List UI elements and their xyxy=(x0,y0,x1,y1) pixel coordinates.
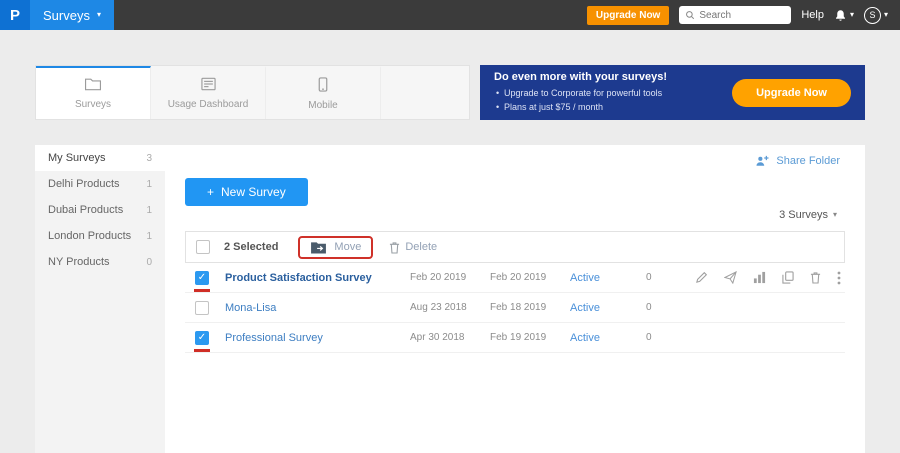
share-people-icon xyxy=(755,155,770,167)
modified-date: Feb 19 2019 xyxy=(490,332,570,343)
survey-row: Product Satisfaction Survey Feb 20 2019 … xyxy=(185,263,845,293)
responses-count: 0 xyxy=(646,302,692,313)
modified-date: Feb 18 2019 xyxy=(490,302,570,313)
created-date: Aug 23 2018 xyxy=(410,302,490,313)
folder-label: My Surveys xyxy=(48,152,105,164)
help-link[interactable]: Help xyxy=(801,9,824,21)
tab-mobile[interactable]: Mobile xyxy=(266,66,381,119)
folder-count: 1 xyxy=(146,179,152,190)
status-label: Active xyxy=(570,302,646,314)
trash-icon xyxy=(389,241,400,254)
surveys-content: Share Folder + New Survey 3 Surveys ▾ 2 … xyxy=(165,145,865,453)
chevron-down-icon: ▾ xyxy=(97,11,101,19)
folder-count: 1 xyxy=(146,205,152,216)
notifications-button[interactable]: ▾ xyxy=(834,9,854,22)
new-survey-label: New Survey xyxy=(221,185,286,199)
status-label: Active xyxy=(570,272,646,284)
tab-label: Mobile xyxy=(308,100,337,111)
share-folder-label: Share Folder xyxy=(776,155,840,167)
sidebar-item-my-surveys[interactable]: My Surveys 3 xyxy=(35,145,165,171)
survey-list: Product Satisfaction Survey Feb 20 2019 … xyxy=(185,263,845,353)
topbar-right: Upgrade Now Help ▾ S ▾ xyxy=(587,6,900,25)
stats-chart-icon[interactable] xyxy=(753,271,766,284)
survey-count-label: 3 Surveys xyxy=(779,209,828,221)
promo-text: Do even more with your surveys! Upgrade … xyxy=(494,71,667,114)
folder-label: Dubai Products xyxy=(48,204,123,216)
tab-surveys[interactable]: Surveys xyxy=(36,66,151,119)
responses-count: 0 xyxy=(646,272,692,283)
app-logo[interactable]: P xyxy=(0,0,30,30)
copy-icon[interactable] xyxy=(782,271,794,284)
select-all-checkbox[interactable] xyxy=(196,240,210,254)
account-menu[interactable]: S ▾ xyxy=(864,7,888,24)
chevron-down-icon: ▾ xyxy=(833,211,837,219)
sidebar-item-london-products[interactable]: London Products 1 xyxy=(35,223,165,249)
main-panel: My Surveys 3 Delhi Products 1 Dubai Prod… xyxy=(35,145,865,453)
tab-usage-dashboard[interactable]: Usage Dashboard xyxy=(151,66,266,119)
survey-row: Professional Survey Apr 30 2018 Feb 19 2… xyxy=(185,323,845,353)
move-label: Move xyxy=(334,241,361,253)
survey-count-dropdown[interactable]: 3 Surveys ▾ xyxy=(779,209,837,221)
survey-row: Mona-Lisa Aug 23 2018 Feb 18 2019 Active… xyxy=(185,293,845,323)
share-folder-link[interactable]: Share Folder xyxy=(755,155,840,167)
folder-label: Delhi Products xyxy=(48,178,120,190)
top-bar: P Surveys ▾ Upgrade Now Help ▾ S ▾ xyxy=(0,0,900,30)
chevron-down-icon: ▾ xyxy=(850,11,854,19)
survey-name-link[interactable]: Product Satisfaction Survey xyxy=(225,272,410,284)
move-folder-icon xyxy=(310,241,327,254)
created-date: Feb 20 2019 xyxy=(410,272,490,283)
delete-label: Delete xyxy=(405,241,437,253)
modified-date: Feb 20 2019 xyxy=(490,272,570,283)
folders-sidebar: My Surveys 3 Delhi Products 1 Dubai Prod… xyxy=(35,145,165,453)
product-menu[interactable]: Surveys ▾ xyxy=(30,0,114,30)
sidebar-item-dubai-products[interactable]: Dubai Products 1 xyxy=(35,197,165,223)
delete-button[interactable]: Delete xyxy=(389,241,437,254)
survey-name-link[interactable]: Professional Survey xyxy=(225,332,410,344)
trash-icon[interactable] xyxy=(810,271,821,284)
mobile-icon xyxy=(318,77,328,95)
new-survey-button[interactable]: + New Survey xyxy=(185,178,308,206)
row-checkbox[interactable] xyxy=(195,271,209,285)
folder-icon xyxy=(84,77,102,94)
upgrade-now-button[interactable]: Upgrade Now xyxy=(587,6,669,25)
sidebar-item-ny-products[interactable]: NY Products 0 xyxy=(35,249,165,275)
promo-title: Do even more with your surveys! xyxy=(494,71,667,83)
folder-count: 3 xyxy=(146,153,152,164)
section-tabs: Surveys Usage Dashboard Mobile xyxy=(35,65,470,120)
tabs-filler xyxy=(381,66,469,119)
kebab-menu-icon[interactable] xyxy=(837,271,841,285)
row-actions xyxy=(695,271,845,285)
tab-label: Usage Dashboard xyxy=(168,99,249,110)
send-plane-icon[interactable] xyxy=(724,271,737,284)
status-label: Active xyxy=(570,332,646,344)
search-box[interactable] xyxy=(679,6,791,24)
product-menu-label: Surveys xyxy=(43,8,90,23)
created-date: Apr 30 2018 xyxy=(410,332,490,343)
move-button-annotated[interactable]: Move xyxy=(298,236,373,259)
folder-label: London Products xyxy=(48,230,131,242)
chevron-down-icon: ▾ xyxy=(884,11,888,19)
row-checkbox[interactable] xyxy=(195,301,209,315)
folder-label: NY Products xyxy=(48,256,110,268)
row-checkbox[interactable] xyxy=(195,331,209,345)
tab-label: Surveys xyxy=(75,99,111,110)
bell-icon xyxy=(834,9,847,22)
sidebar-item-delhi-products[interactable]: Delhi Products 1 xyxy=(35,171,165,197)
promo-bullet-1: Upgrade to Corporate for powerful tools xyxy=(494,87,667,101)
selected-count-label: 2 Selected xyxy=(224,241,278,253)
plus-icon: + xyxy=(207,185,214,199)
bulk-actions-toolbar: 2 Selected Move Delete xyxy=(185,231,845,263)
folder-count: 0 xyxy=(146,257,152,268)
avatar: S xyxy=(864,7,881,24)
search-input[interactable] xyxy=(699,10,785,21)
survey-name-link[interactable]: Mona-Lisa xyxy=(225,302,410,314)
search-icon xyxy=(685,10,695,20)
promo-bullet-2: Plans at just $75 / month xyxy=(494,101,667,115)
edit-pencil-icon[interactable] xyxy=(695,271,708,284)
folder-count: 1 xyxy=(146,231,152,242)
dashboard-icon xyxy=(200,77,217,94)
upgrade-now-cta-button[interactable]: Upgrade Now xyxy=(732,79,851,107)
responses-count: 0 xyxy=(646,332,692,343)
promo-banner: Do even more with your surveys! Upgrade … xyxy=(480,65,865,120)
